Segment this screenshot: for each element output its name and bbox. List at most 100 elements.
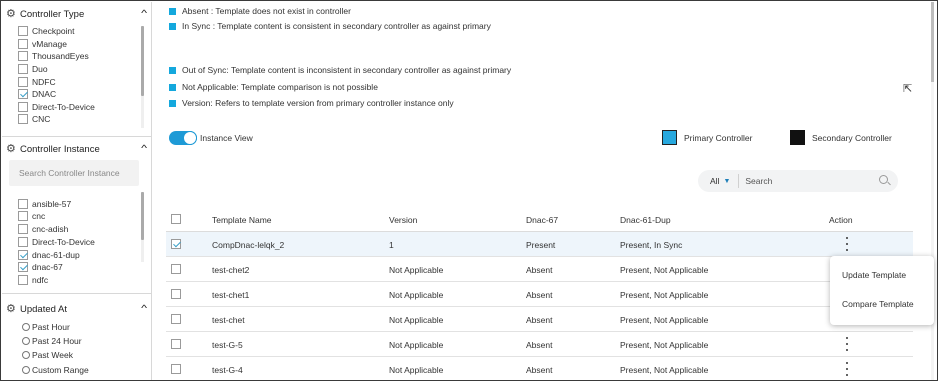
controller-type-option[interactable]: vManage	[18, 38, 67, 50]
checkbox[interactable]	[18, 51, 28, 61]
dnac-61-dup-cell: Present, In Sync	[620, 240, 683, 250]
radio-button[interactable]	[22, 366, 30, 374]
controller-type-option[interactable]: DNAC	[18, 88, 56, 100]
row-checkbox[interactable]	[171, 314, 185, 326]
checkbox[interactable]	[18, 26, 28, 36]
controller-type-option[interactable]: Checkpoint	[18, 25, 75, 37]
caret-down-icon[interactable]: ▼	[723, 178, 730, 185]
radio-button[interactable]	[22, 323, 30, 331]
search-icon[interactable]	[879, 175, 888, 184]
checkbox[interactable]	[18, 77, 28, 87]
checkbox[interactable]	[18, 102, 28, 112]
row-checkbox[interactable]	[171, 264, 185, 276]
controller-instance-header[interactable]: ⚙ Controller Instance ^	[6, 142, 148, 156]
table-search-input[interactable]: Search	[745, 176, 772, 186]
more-actions-icon[interactable]	[844, 337, 850, 351]
radio-button[interactable]	[22, 351, 30, 359]
checkbox[interactable]	[18, 114, 28, 124]
more-actions-icon[interactable]	[844, 362, 850, 376]
updated-at-option[interactable]: Past Hour	[22, 321, 70, 333]
scrollbar-thumb[interactable]	[931, 2, 934, 82]
option-label: Past Week	[32, 350, 73, 360]
template-name-cell: test-G-5	[212, 340, 243, 350]
scrollbar-thumb[interactable]	[141, 192, 144, 240]
checkbox-checked[interactable]	[18, 89, 28, 99]
option-label: DNAC	[32, 89, 57, 99]
controller-instance-option[interactable]: dnac-61-dup	[18, 249, 80, 261]
scrollbar-thumb[interactable]	[141, 26, 144, 96]
divider	[2, 136, 152, 137]
chevron-up-icon[interactable]: ^	[141, 8, 147, 18]
checkbox[interactable]	[171, 314, 181, 324]
instance-view-toggle[interactable]	[169, 131, 197, 145]
column-header-template-name[interactable]: Template Name	[212, 215, 272, 225]
controller-type-option[interactable]: ThousandEyes	[18, 50, 89, 62]
checkbox[interactable]	[171, 364, 181, 374]
dnac-61-dup-cell: Present, Not Applicable	[620, 365, 709, 375]
checkbox[interactable]	[171, 214, 181, 224]
controller-type-header[interactable]: ⚙ Controller Type ^	[6, 7, 148, 21]
table-row[interactable]: test-chet1 Not Applicable Absent Present…	[166, 282, 913, 307]
checkbox-checked[interactable]	[18, 262, 28, 272]
controller-instance-option[interactable]: ansible-57	[18, 198, 71, 210]
table-row[interactable]: test-G-4 Not Applicable Absent Present, …	[166, 357, 913, 380]
controller-instance-search-input[interactable]: Search Controller Instance	[9, 160, 139, 186]
checkbox[interactable]	[18, 64, 28, 74]
checkbox[interactable]	[18, 224, 28, 234]
select-all-checkbox[interactable]	[171, 214, 185, 226]
gear-icon: ⚙	[6, 7, 16, 20]
compare-template-menu-item[interactable]: Compare Template	[842, 299, 914, 309]
dnac-61-dup-cell: Present, Not Applicable	[620, 290, 709, 300]
scope-dropdown[interactable]: All	[710, 176, 719, 186]
row-checkbox[interactable]	[171, 364, 185, 376]
checkbox[interactable]	[18, 275, 28, 285]
column-header-dnac-67[interactable]: Dnac-67	[526, 215, 558, 225]
table-row[interactable]: test-chet2 Not Applicable Absent Present…	[166, 257, 913, 282]
checkbox[interactable]	[18, 199, 28, 209]
primary-controller-label: Primary Controller	[684, 133, 753, 143]
controller-instance-option[interactable]: cnc-adish	[18, 223, 68, 235]
column-header-version[interactable]: Version	[389, 215, 417, 225]
table-row[interactable]: test-chet Not Applicable Absent Present,…	[166, 307, 913, 332]
chevron-up-icon[interactable]: ^	[141, 303, 147, 313]
updated-at-option[interactable]: Past 24 Hour	[22, 335, 82, 347]
controller-type-option[interactable]: NDFC	[18, 76, 56, 88]
radio-button[interactable]	[22, 337, 30, 345]
controller-instance-option[interactable]: Direct-To-Device	[18, 236, 95, 248]
checkbox[interactable]	[18, 237, 28, 247]
row-checkbox[interactable]	[171, 239, 185, 251]
checkbox[interactable]	[171, 264, 181, 274]
controller-instance-option[interactable]: ndfc	[18, 274, 48, 286]
secondary-controller-label: Secondary Controller	[812, 133, 892, 143]
row-checkbox[interactable]	[171, 289, 185, 301]
more-actions-icon[interactable]	[844, 237, 850, 251]
checkbox-checked[interactable]	[171, 239, 181, 249]
checkbox[interactable]	[171, 289, 181, 299]
option-label: CNC	[32, 114, 51, 124]
table-search-bar: All ▼ Search	[698, 170, 898, 192]
updated-at-header[interactable]: ⚙ Updated At ^	[6, 302, 148, 316]
checkbox[interactable]	[18, 211, 28, 221]
controller-instance-option[interactable]: cnc	[18, 210, 45, 222]
update-template-menu-item[interactable]: Update Template	[842, 270, 906, 280]
table-row[interactable]: test-G-5 Not Applicable Absent Present, …	[166, 332, 913, 357]
row-checkbox[interactable]	[171, 339, 185, 351]
updated-at-option[interactable]: Custom Range	[22, 364, 89, 376]
controller-instance-scrollbar[interactable]	[141, 192, 144, 262]
controller-type-option[interactable]: CNC	[18, 113, 50, 125]
table-row[interactable]: CompDnac-lelqk_2 1 Present Present, In S…	[166, 232, 913, 257]
controller-type-option[interactable]: Direct-To-Device	[18, 101, 95, 113]
updated-at-option[interactable]: Past Week	[22, 349, 73, 361]
legend-square-icon	[169, 7, 176, 15]
checkbox-checked[interactable]	[18, 250, 28, 260]
option-label: ansible-57	[32, 199, 72, 209]
option-label: cnc-adish	[32, 224, 69, 234]
legend-item: Absent : Template does not exist in cont…	[169, 6, 351, 16]
checkbox[interactable]	[18, 39, 28, 49]
checkbox[interactable]	[171, 339, 181, 349]
controller-type-option[interactable]: Duo	[18, 63, 48, 75]
controller-instance-option[interactable]: dnac-67	[18, 261, 63, 273]
chevron-up-icon[interactable]: ^	[141, 143, 147, 153]
controller-type-scrollbar[interactable]	[141, 26, 144, 128]
column-header-dnac-61-dup[interactable]: Dnac-61-Dup	[620, 215, 671, 225]
